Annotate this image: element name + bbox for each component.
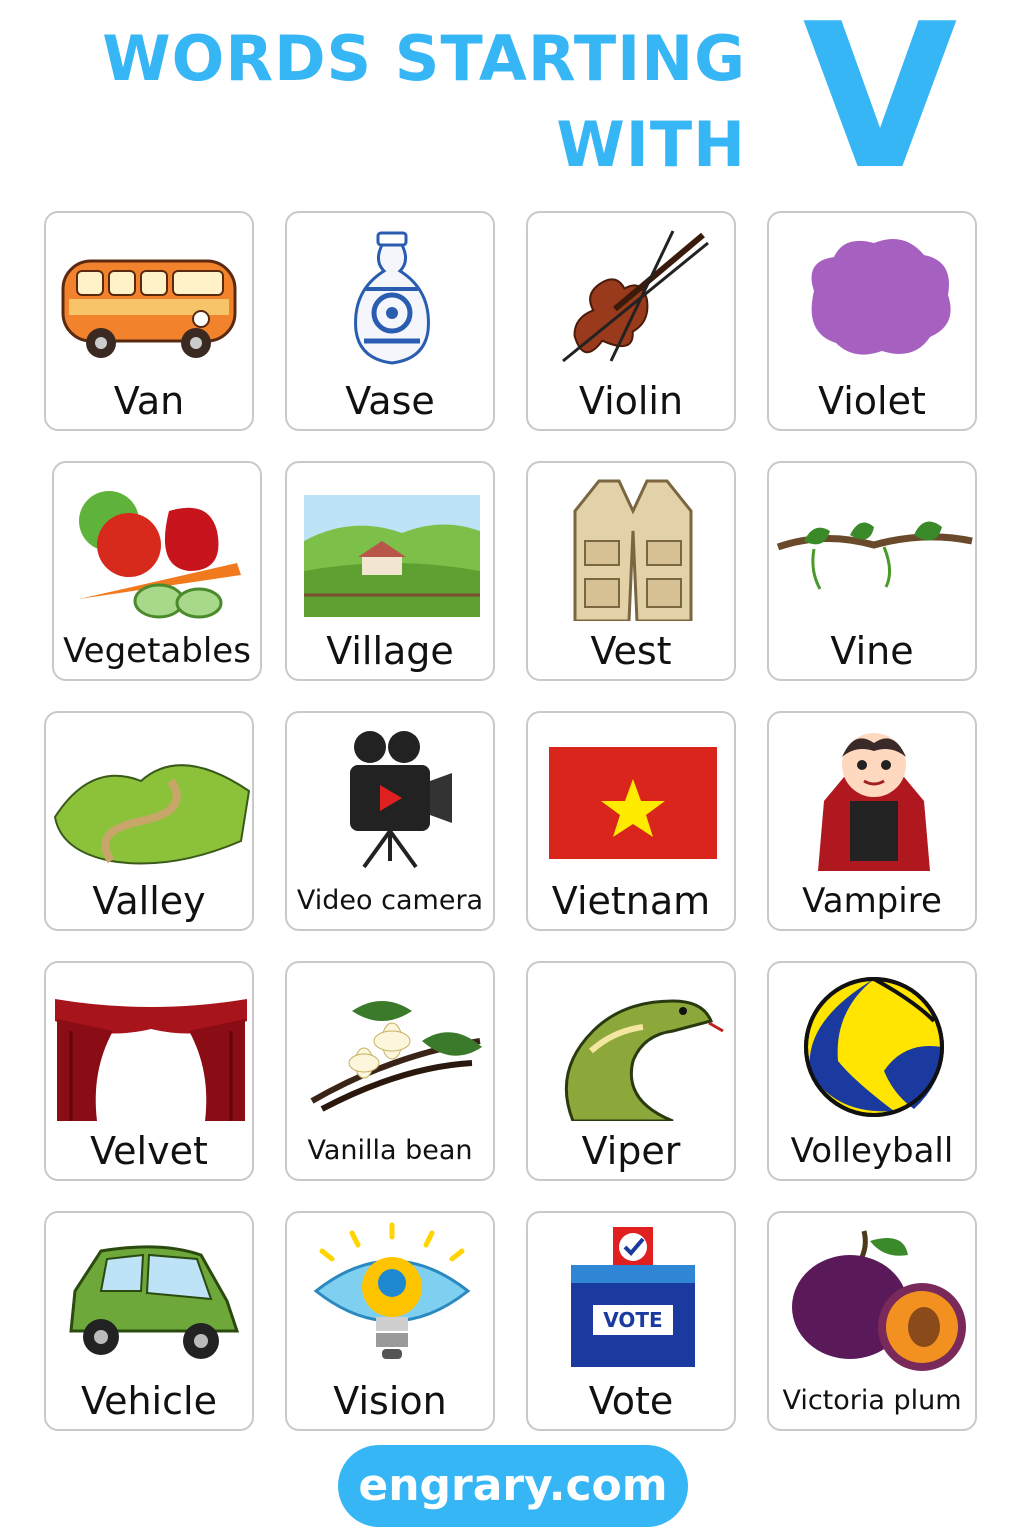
title-line-1: WORDS STARTING [102,22,746,95]
word-card-volleyball: Volleyball [767,961,977,1181]
title-letter: V [802,0,958,214]
word-card-valley: Valley [44,711,254,931]
word-label: Vehicle [81,1379,217,1423]
word-label: Vegetables [63,631,251,671]
footer-site-badge: engrary.com [338,1445,688,1527]
word-card-vehicle: Vehicle [44,1211,254,1431]
vase-icon [354,231,430,365]
violin-icon [562,230,709,363]
word-label: Violet [818,379,926,423]
word-label: Vest [590,629,672,673]
vote-box-text: VOTE [603,1308,662,1332]
vanilla-bean-icon [310,1001,482,1112]
vehicle-car-icon [69,1245,240,1359]
word-label: Vietnam [551,879,711,923]
vampire-icon [818,733,930,871]
word-label: Violin [578,379,684,423]
word-label: Vase [345,379,435,423]
word-card-village: Village [285,461,495,681]
word-card-vampire: Vampire [767,711,977,931]
word-label: Vote [588,1379,674,1423]
valley-icon [53,764,251,865]
victoria-plum-icon [792,1230,966,1371]
word-label: Video camera [296,885,484,916]
word-card-vietnam: Vietnam [526,711,736,931]
word-card-van: Van [44,211,254,431]
word-label: Vine [830,629,914,673]
word-label: Valley [92,879,206,923]
word-card-velvet: Velvet [44,961,254,1181]
volleyball-icon [804,977,944,1117]
word-card-vegetables: Vegetables [52,461,262,681]
vietnam-flag-icon [549,747,717,859]
word-card-vision: Vision [285,1211,495,1431]
vote-box-icon: VOTE [571,1227,695,1367]
vision-eye-bulb-icon [313,1222,471,1359]
word-label: Vampire [802,881,942,921]
word-card-video-camera: Video camera [285,711,495,931]
van-icon [61,259,237,358]
violet-paint-icon [811,239,951,355]
word-label: Van [113,379,185,423]
vine-icon [776,521,973,590]
word-label: Village [326,629,454,673]
vest-icon [573,479,693,621]
word-card-violin: Violin [526,211,736,431]
velvet-curtain-icon [55,999,247,1121]
title-line-2: WITH [556,108,746,181]
word-label: Victoria plum [782,1385,962,1416]
word-label: Vanilla bean [307,1135,473,1166]
village-icon [304,495,480,617]
word-label: Velvet [90,1129,208,1173]
word-card-vanilla-bean: Vanilla bean [285,961,495,1181]
word-label: Viper [581,1129,681,1173]
word-card-vine: Vine [767,461,977,681]
word-card-vase: Vase [285,211,495,431]
vegetables-icon [79,491,241,619]
viper-snake-icon [564,999,724,1121]
word-label: Volleyball [790,1131,954,1171]
word-card-vest: Vest [526,461,736,681]
word-label: Vision [333,1379,447,1423]
word-card-vote: VOTE Vote [526,1211,736,1431]
word-card-victoria-plum: Victoria plum [767,1211,977,1431]
word-card-viper: Viper [526,961,736,1181]
video-camera-icon [350,731,452,869]
word-card-violet: Violet [767,211,977,431]
